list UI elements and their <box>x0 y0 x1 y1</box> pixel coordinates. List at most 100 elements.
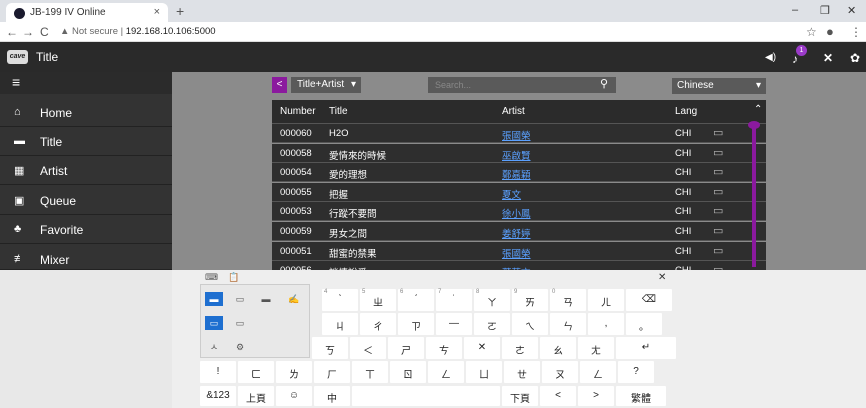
restore-button[interactable]: ❐ <box>820 4 830 17</box>
key[interactable]: ㄠ <box>540 337 576 359</box>
sort-up-icon[interactable]: ⌃ <box>754 104 762 115</box>
minimize-button[interactable]: – <box>792 4 798 16</box>
reload-icon[interactable]: C <box>40 25 49 39</box>
cell-artist[interactable]: 夏文 <box>502 187 521 201</box>
key[interactable]: 0ㄢ <box>550 289 586 311</box>
scrollbar-thumb[interactable] <box>748 121 760 129</box>
key-right[interactable]: > <box>578 386 614 406</box>
sidebar-item-queue[interactable]: ▣ Queue <box>0 186 172 215</box>
key[interactable]: ㄩ <box>466 361 502 383</box>
key[interactable]: ＜ <box>350 337 386 359</box>
table-row[interactable]: 000054 愛的理想 鄭嘉穎 CHI ▭ <box>272 163 766 183</box>
sidebar-item-mixer[interactable]: ≢ Mixer <box>0 245 172 270</box>
clipboard-icon[interactable]: 📋 <box>228 272 239 283</box>
key-next[interactable]: 下頁 <box>502 386 538 406</box>
key[interactable]: ✕ <box>464 337 500 359</box>
gear-icon[interactable]: ⚙ <box>231 340 249 354</box>
language-select[interactable]: Chinese ▾ <box>672 78 766 94</box>
volume-icon[interactable]: ◀) <box>765 52 776 63</box>
key[interactable]: 6ˊ <box>398 289 434 311</box>
screen-icon[interactable]: ▭ <box>713 165 723 178</box>
key-left[interactable]: < <box>540 386 576 406</box>
screen-icon[interactable]: ▭ <box>713 146 723 159</box>
more-icon[interactable]: ⋮ <box>850 25 862 39</box>
key[interactable]: ㄦ <box>588 289 624 311</box>
sidebar-item-artist[interactable]: ▦ Artist <box>0 156 172 185</box>
cell-artist[interactable]: 張國榮 <box>502 246 531 260</box>
search-icon[interactable]: ⚲ <box>600 77 608 90</box>
forward-arrow-icon[interactable]: → <box>22 25 34 39</box>
tab-close-icon[interactable]: × <box>154 6 160 18</box>
key-prev[interactable]: 上頁 <box>238 386 274 406</box>
key[interactable]: ⌫ <box>626 289 672 311</box>
key[interactable]: ㄜ <box>502 337 538 359</box>
key[interactable]: ㄘ <box>426 337 462 359</box>
layout-split-icon[interactable]: ▬ <box>257 292 275 306</box>
key[interactable]: ㄔ <box>360 313 396 335</box>
cell-artist[interactable]: 張國榮 <box>502 128 531 142</box>
star-icon[interactable]: ☆ <box>806 25 817 39</box>
key[interactable]: 。 <box>626 313 662 335</box>
cell-artist[interactable]: 徐小鳳 <box>502 206 531 220</box>
header-number[interactable]: Number <box>280 106 316 117</box>
screen-icon[interactable]: ▭ <box>713 185 723 198</box>
key[interactable]: ㄕ <box>388 337 424 359</box>
key[interactable]: ↵ <box>616 337 676 359</box>
keyboard-close-icon[interactable]: ✕ <box>658 272 666 283</box>
space-key[interactable] <box>352 386 500 406</box>
screen-icon[interactable]: ▭ <box>713 224 723 237</box>
header-title[interactable]: Title <box>329 106 348 117</box>
search-mode-select[interactable]: Title+Artist ▾ <box>291 77 361 93</box>
key[interactable]: 7 ˙ <box>436 289 472 311</box>
profile-icon[interactable]: ● <box>826 24 834 39</box>
screen-icon[interactable]: ▭ <box>713 244 723 257</box>
key[interactable]: ㄎ <box>312 337 348 359</box>
key-numbers[interactable]: &123 <box>200 386 236 406</box>
ink-icon[interactable]: ㅅ <box>205 340 223 354</box>
browser-tab[interactable]: JB-199 IV Online × <box>6 3 168 22</box>
table-row[interactable]: 000059 男女之間 姜舒婷 CHI ▭ <box>272 222 766 241</box>
table-row[interactable]: 000053 行蹤不要問 徐小鳳 CHI ▭ <box>272 202 766 222</box>
key[interactable]: ! <box>200 361 236 383</box>
cell-artist[interactable]: 姜舒婷 <box>502 226 531 240</box>
key[interactable]: ㄒ <box>352 361 388 383</box>
table-row[interactable]: 000051 甜蜜的禁果 張國榮 CHI ▭ <box>272 241 766 261</box>
close-window-button[interactable]: ✕ <box>847 4 856 17</box>
key-traditional[interactable]: 繁體 <box>616 386 666 406</box>
key[interactable]: ㄛ <box>474 313 510 335</box>
scrollbar[interactable] <box>752 125 756 267</box>
key[interactable]: ㄏ <box>314 361 350 383</box>
key[interactable]: ㄌ <box>276 361 312 383</box>
key[interactable]: ? <box>618 361 654 383</box>
key[interactable]: ㄣ <box>550 313 586 335</box>
key-emoji[interactable]: ☺ <box>276 386 312 406</box>
key-chinese[interactable]: 中 <box>314 386 350 406</box>
table-row[interactable]: 000055 把握 夏文 CHI ▭ <box>272 182 766 202</box>
sidebar-item-title[interactable]: ▬ Title <box>0 127 172 156</box>
table-row[interactable]: 000060 H2O 張國榮 CHI ▭ <box>272 124 766 143</box>
header-lang[interactable]: Lang <box>675 106 697 117</box>
url-field[interactable]: ▲ Not secure | 192.168.10.106:5000 <box>60 26 216 37</box>
float-icon[interactable]: ▭ <box>231 316 249 330</box>
layout-small-icon[interactable]: ▭ <box>231 292 249 306</box>
screen-icon[interactable]: ▭ <box>713 126 723 139</box>
sidebar-item-home[interactable]: ⌂ Home <box>0 98 172 127</box>
fullscreen-icon[interactable]: ✕ <box>823 51 833 65</box>
cell-artist[interactable]: 巫啟賢 <box>502 148 531 162</box>
screen-icon[interactable]: ▭ <box>713 204 723 217</box>
sidebar-item-favorite[interactable]: ♣ Favorite <box>0 215 172 244</box>
layout-default-icon[interactable]: ▬ <box>205 292 223 306</box>
key[interactable]: ㄈ <box>238 361 274 383</box>
hamburger-menu-icon[interactable]: ≡ <box>12 74 20 90</box>
key[interactable]: ㄥ <box>428 361 464 383</box>
key[interactable]: ㄝ <box>504 361 540 383</box>
key[interactable]: 4ˋ <box>322 289 358 311</box>
keyboard-icon[interactable]: ⌨ <box>205 272 218 283</box>
handwriting-icon[interactable]: ✍ <box>285 292 303 306</box>
dock-icon[interactable]: ▭ <box>205 316 223 330</box>
back-arrow-icon[interactable]: ← <box>6 25 18 39</box>
key[interactable]: ㄐ <box>322 313 358 335</box>
back-button[interactable]: < <box>272 77 287 93</box>
key[interactable]: ㄤ <box>578 337 614 359</box>
key[interactable]: 8ㄚ <box>474 289 510 311</box>
